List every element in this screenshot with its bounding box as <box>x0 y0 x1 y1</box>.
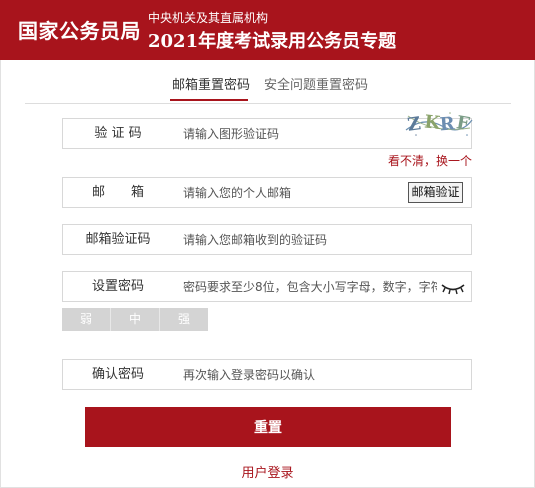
password-input[interactable] <box>183 275 437 298</box>
password-strength-meter: 弱 中 强 <box>62 308 208 331</box>
captcha-image[interactable]: Z K R F <box>404 108 474 138</box>
header-bar: 国家公务员局 中央机关及其直属机构 2021年度考试录用公务员专题 <box>0 0 535 60</box>
confirm-password-row: 确认密码 <box>62 359 472 390</box>
active-tab-indicator <box>170 99 248 101</box>
email-verify-button[interactable]: 邮箱验证 <box>408 182 463 203</box>
reset-submit-button[interactable]: 重置 <box>85 407 451 447</box>
email-code-label: 邮箱验证码 <box>85 232 151 247</box>
header-subtitle-small: 中央机关及其直属机构 <box>148 11 269 25</box>
svg-text:F: F <box>455 112 471 135</box>
confirm-password-label: 确认密码 <box>91 367 144 382</box>
email-label: 邮 箱 <box>91 185 144 200</box>
eye-closed-icon[interactable] <box>440 280 466 296</box>
password-row: 设置密码 <box>62 271 472 302</box>
email-input[interactable] <box>183 181 403 204</box>
strength-strong: 强 <box>177 312 190 326</box>
reset-method-tabs: 邮箱重置密码 安全问题重置密码 <box>0 74 535 96</box>
confirm-password-input[interactable] <box>183 363 463 386</box>
email-code-row: 邮箱验证码 <box>62 224 472 255</box>
email-code-input[interactable] <box>183 228 463 251</box>
strength-weak: 弱 <box>62 308 111 331</box>
header-subtitle-large: 2021年度考试录用公务员专题 <box>148 31 397 52</box>
captcha-refresh-link[interactable]: 看不清，换一个 <box>388 152 472 169</box>
captcha-label: 验 证 码 <box>94 126 142 141</box>
strength-medium: 中 <box>111 308 160 331</box>
password-label: 设置密码 <box>91 279 144 294</box>
tab-divider <box>25 103 511 104</box>
svg-text:Z: Z <box>406 113 422 136</box>
tab-email-reset[interactable]: 邮箱重置密码 <box>172 74 250 93</box>
user-login-link[interactable]: 用户登录 <box>0 462 535 481</box>
site-brand[interactable]: 国家公务员局 <box>18 15 141 44</box>
tab-security-question-reset[interactable]: 安全问题重置密码 <box>264 74 368 93</box>
